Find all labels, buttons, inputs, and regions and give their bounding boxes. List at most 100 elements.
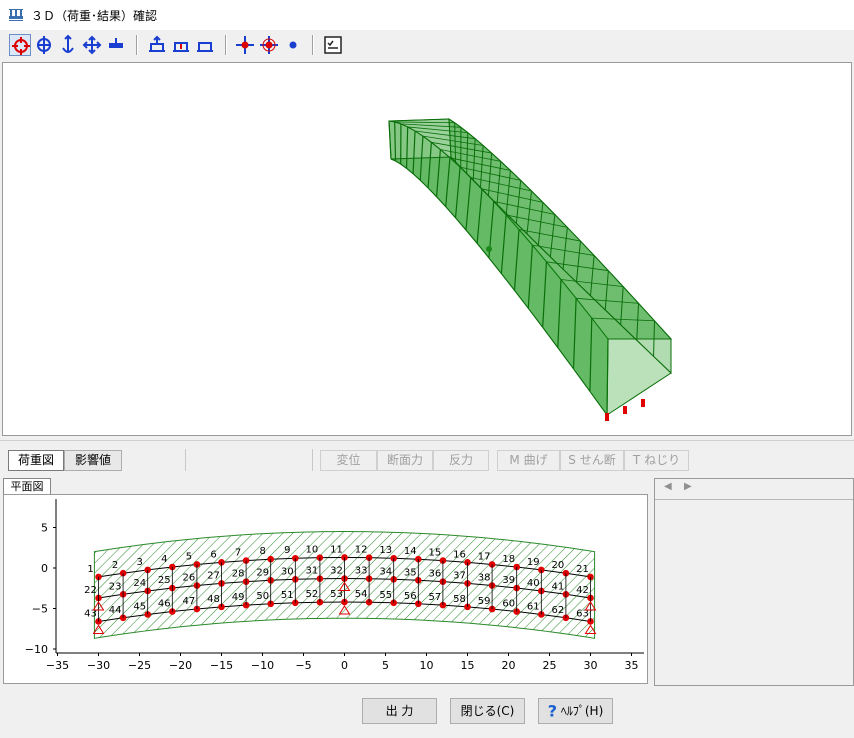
node-label: 41 — [552, 581, 565, 592]
node-label: 14 — [404, 546, 417, 557]
zoom-icon[interactable] — [105, 34, 127, 56]
x-tick-label: −30 — [87, 659, 110, 672]
node-label: 4 — [161, 554, 167, 565]
plan-view-panel[interactable]: 5 0 −5 −10 −35 −30 −25 −20 −15 −10 −5 0 5 10 15 20 25 30 3… — [3, 494, 648, 684]
rotate-free-icon[interactable] — [9, 34, 31, 56]
x-tick-label: 20 — [502, 659, 516, 672]
node-label: 57 — [429, 592, 442, 603]
displacement-button[interactable]: 変位 — [320, 450, 377, 471]
node-label: 12 — [355, 545, 368, 556]
node-label: 60 — [502, 599, 515, 610]
shear-button[interactable]: S せん断 — [560, 450, 624, 471]
node-label: 11 — [330, 544, 343, 555]
node-label: 3 — [137, 557, 143, 568]
view-top-icon[interactable] — [170, 34, 192, 56]
node-label: 15 — [429, 548, 442, 559]
node-label: 27 — [207, 570, 220, 581]
node-label: 58 — [453, 594, 466, 605]
rotate-x-icon[interactable] — [33, 34, 55, 56]
node-label: 2 — [112, 560, 118, 571]
node-label: 20 — [552, 560, 565, 571]
x-tick-label: 35 — [625, 659, 639, 672]
node-select-icon[interactable] — [258, 34, 280, 56]
rotate-y-icon[interactable] — [57, 34, 79, 56]
x-tick-label: 5 — [382, 659, 389, 672]
close-button[interactable]: 閉じる(C) — [450, 698, 525, 724]
node-label: 51 — [281, 590, 294, 601]
x-tick-label: 30 — [584, 659, 598, 672]
node-label: 55 — [379, 590, 392, 601]
node-label: 28 — [232, 569, 245, 580]
node-label: 44 — [109, 605, 122, 616]
toolbar — [0, 31, 854, 61]
tab-load-view[interactable]: 荷重図 — [8, 450, 64, 471]
y-tick-label: 0 — [41, 562, 48, 575]
node-label: 1 — [87, 564, 93, 575]
node-label: 38 — [478, 573, 491, 584]
support-marker — [641, 399, 645, 407]
node-label: 5 — [186, 551, 192, 562]
node-label: 52 — [306, 589, 319, 600]
node-label: 17 — [478, 551, 491, 562]
node-label: 26 — [183, 573, 196, 584]
node-label: 35 — [404, 567, 417, 578]
point-icon[interactable] — [282, 34, 304, 56]
prev-arrow-icon[interactable]: ◀ — [664, 481, 672, 492]
window-title: ３Ｄ（荷重･結果）確認 — [31, 9, 158, 23]
tab-influence-view[interactable]: 影響値 — [64, 450, 122, 471]
node-label: 37 — [453, 570, 466, 581]
x-tick-label: 0 — [341, 659, 348, 672]
view-front-icon[interactable] — [146, 34, 168, 56]
node-label: 19 — [527, 557, 540, 568]
x-tick-label: 10 — [420, 659, 434, 672]
node-label: 9 — [284, 545, 290, 556]
node-label: 6 — [210, 549, 216, 560]
3d-view[interactable] — [2, 62, 852, 436]
y-tick-label: −10 — [25, 643, 48, 656]
node-label: 29 — [256, 567, 269, 578]
section-force-button[interactable]: 断面力 — [377, 450, 433, 471]
output-button[interactable]: 出 力 — [362, 698, 437, 724]
node-label: 32 — [330, 566, 343, 577]
node-label: 25 — [158, 575, 171, 586]
node-label: 16 — [453, 549, 466, 560]
bottom-bar: 出 力 閉じる(C) ? ﾍﾙﾌﾟ(H) — [0, 686, 854, 738]
settings-icon[interactable] — [322, 34, 344, 56]
plan-view-chart: 50−5−10−35 −30 −25 −20 −15 −10 −5 0 5 10 15 20 25 30 3… — [25, 499, 644, 672]
tab-plan-view[interactable]: 平面図 — [3, 478, 51, 495]
node-label: 34 — [379, 566, 392, 577]
x-tick-label: 25 — [543, 659, 557, 672]
node-label: 46 — [158, 599, 171, 610]
moment-button[interactable]: M 曲げ — [497, 450, 560, 471]
reaction-button[interactable]: 反力 — [433, 450, 489, 471]
help-button[interactable]: ? ﾍﾙﾌﾟ(H) — [538, 698, 613, 724]
title-bar: ３Ｄ（荷重･結果）確認 — [0, 0, 854, 30]
view-side-icon[interactable] — [194, 34, 216, 56]
torsion-button[interactable]: T ねじり — [624, 450, 689, 471]
node-label: 13 — [379, 545, 392, 556]
node-move-icon[interactable] — [234, 34, 256, 56]
move-icon[interactable] — [81, 34, 103, 56]
support-marker — [623, 406, 627, 414]
x-tick-label: 15 — [461, 659, 475, 672]
result-toolbar: 荷重図 影響値 変位 断面力 反力 M 曲げ S せん断 T ねじり — [0, 440, 854, 473]
y-tick-label: −5 — [32, 603, 48, 616]
node-label: 45 — [133, 601, 146, 612]
help-label: ﾍﾙﾌﾟ(H) — [560, 704, 604, 718]
girder-stiffener — [394, 121, 397, 161]
node-label: 61 — [527, 601, 540, 612]
node-label: 18 — [502, 554, 515, 565]
x-tick-label: −15 — [210, 659, 233, 672]
next-arrow-icon[interactable]: ▶ — [684, 481, 692, 492]
node-label: 23 — [109, 581, 122, 592]
x-tick-label: −25 — [128, 659, 151, 672]
node-label: 42 — [576, 585, 589, 596]
node-label: 10 — [306, 545, 319, 556]
node-label: 49 — [232, 592, 245, 603]
info-panel: ◀ ▶ — [654, 478, 854, 686]
info-panel-header: ◀ ▶ — [655, 479, 853, 500]
node-label: 22 — [84, 585, 97, 596]
x-tick-label: −35 — [46, 659, 69, 672]
node-label: 31 — [306, 566, 319, 577]
x-tick-label: −5 — [295, 659, 311, 672]
